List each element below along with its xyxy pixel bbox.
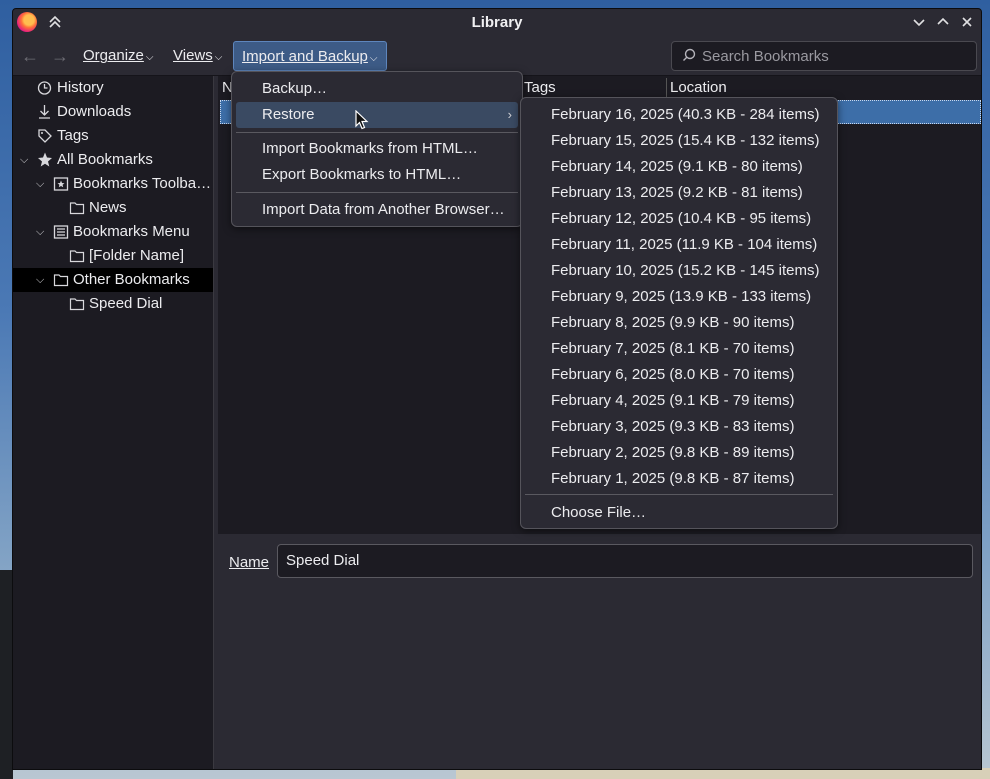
chevron-down-icon: ⌵ <box>369 53 378 64</box>
menu-item-restore-backup[interactable]: February 1, 2025 (9.8 KB - 87 items) <box>525 466 833 492</box>
menu-item-import-html[interactable]: Import Bookmarks from HTML… <box>236 136 518 162</box>
chevron-down-icon[interactable]: ⌵ <box>20 148 28 172</box>
titlebar: Library <box>13 9 981 37</box>
sidebar-item-label: Bookmarks Toolba… <box>73 175 212 192</box>
sidebar-item-label: [Folder Name] <box>89 247 185 264</box>
restore-label: Restore <box>262 106 315 123</box>
sidebar-item-label: News <box>89 199 127 216</box>
menu-separator <box>525 494 833 495</box>
menu-item-backup[interactable]: Backup… <box>236 76 518 102</box>
chevron-down-icon[interactable]: ⌵ <box>36 268 44 292</box>
menu-item-restore-backup[interactable]: February 4, 2025 (9.1 KB - 79 items) <box>525 388 833 414</box>
column-divider[interactable] <box>666 78 667 98</box>
sidebar-item-label: History <box>57 79 104 96</box>
menu-item-import-browser[interactable]: Import Data from Another Browser… <box>236 197 518 223</box>
folder-icon <box>69 292 85 323</box>
menu-item-export-html[interactable]: Export Bookmarks to HTML… <box>236 162 518 188</box>
sidebar-item-label: Tags <box>57 127 89 144</box>
sidebar-item-all-bookmarks[interactable]: ⌵ All Bookmarks <box>13 148 213 172</box>
name-label: Name <box>229 554 270 571</box>
menu-item-restore-backup[interactable]: February 11, 2025 (11.9 KB - 104 items) <box>525 232 833 258</box>
menu-item-choose-file[interactable]: Choose File… <box>525 500 833 526</box>
sidebar-item-downloads[interactable]: Downloads <box>13 100 213 124</box>
search-input[interactable]: Search Bookmarks <box>671 41 977 71</box>
menu-item-restore-backup[interactable]: February 2, 2025 (9.8 KB - 89 items) <box>525 440 833 466</box>
organize-menu-button[interactable]: Organize ⌵ <box>75 41 161 71</box>
menu-separator <box>236 192 518 193</box>
menu-item-restore[interactable]: Restore › <box>236 102 518 128</box>
back-arrow-icon[interactable]: ← <box>21 46 39 67</box>
sidebar-tree: History Downloads Tags ⌵ All Bookmarks ⌵ <box>13 76 214 769</box>
sidebar-item-label: Other Bookmarks <box>73 271 190 288</box>
menu-item-restore-backup[interactable]: February 7, 2025 (8.1 KB - 70 items) <box>525 336 833 362</box>
menu-item-restore-backup[interactable]: February 3, 2025 (9.3 KB - 83 items) <box>525 414 833 440</box>
menu-item-restore-backup[interactable]: February 10, 2025 (15.2 KB - 145 items) <box>525 258 833 284</box>
sidebar-item-label: Bookmarks Menu <box>73 223 190 240</box>
import-backup-menu-button[interactable]: Import and Backup ⌵ <box>233 41 387 71</box>
sidebar-item-bookmarks-menu[interactable]: ⌵ Bookmarks Menu <box>13 220 213 244</box>
name-field[interactable]: Speed Dial <box>277 544 973 578</box>
import-backup-label: Import and Backup <box>242 48 368 65</box>
chevron-down-icon[interactable]: ⌵ <box>36 220 44 244</box>
views-label: Views <box>173 47 213 64</box>
sidebar-item-other-bookmarks[interactable]: ⌵ Other Bookmarks <box>13 268 213 292</box>
sidebar-item-tags[interactable]: Tags <box>13 124 213 148</box>
sidebar-item-label: Downloads <box>57 103 132 120</box>
restore-submenu: February 16, 2025 (40.3 KB - 284 items) F… <box>520 97 838 529</box>
views-menu-button[interactable]: Views ⌵ <box>165 41 230 71</box>
sidebar-item-folder-name[interactable]: [Folder Name] <box>13 244 213 268</box>
maximize-icon[interactable] <box>933 12 953 32</box>
chevron-down-icon: ⌵ <box>145 52 154 63</box>
menu-item-restore-backup[interactable]: February 14, 2025 (9.1 KB - 80 items) <box>525 154 833 180</box>
search-icon <box>682 48 696 65</box>
sidebar-item-news[interactable]: News <box>13 196 213 220</box>
details-name-row: Name Speed Dial <box>214 544 981 584</box>
menu-separator <box>236 132 518 133</box>
sidebar-item-speed-dial[interactable]: Speed Dial <box>13 292 213 316</box>
forward-arrow-icon[interactable]: → <box>51 46 69 67</box>
menu-item-restore-backup[interactable]: February 16, 2025 (40.3 KB - 284 items) <box>525 102 833 128</box>
sidebar-item-history[interactable]: History <box>13 76 213 100</box>
menu-item-restore-backup[interactable]: February 15, 2025 (15.4 KB - 132 items) <box>525 128 833 154</box>
menu-item-restore-backup[interactable]: February 9, 2025 (13.9 KB - 133 items) <box>525 284 833 310</box>
chevron-down-icon[interactable]: ⌵ <box>36 172 44 196</box>
menu-item-restore-backup[interactable]: February 6, 2025 (8.0 KB - 70 items) <box>525 362 833 388</box>
menu-item-restore-backup[interactable]: February 12, 2025 (10.4 KB - 95 items) <box>525 206 833 232</box>
chevron-right-icon: › <box>507 107 512 122</box>
organize-label: Organize <box>83 47 144 64</box>
search-placeholder: Search Bookmarks <box>702 47 829 65</box>
chevron-down-icon: ⌵ <box>214 52 223 63</box>
import-backup-menu: Backup… Restore › Import Bookmarks from … <box>231 71 523 227</box>
minimize-icon[interactable] <box>909 12 929 32</box>
sidebar-item-label: All Bookmarks <box>57 151 153 168</box>
sidebar-item-label: Speed Dial <box>89 295 163 312</box>
menu-item-restore-backup[interactable]: February 8, 2025 (9.9 KB - 90 items) <box>525 310 833 336</box>
sidebar-item-bookmarks-toolbar[interactable]: ⌵ Bookmarks Toolba… <box>13 172 213 196</box>
menu-item-restore-backup[interactable]: February 13, 2025 (9.2 KB - 81 items) <box>525 180 833 206</box>
window-title: Library <box>471 14 523 31</box>
close-icon[interactable] <box>957 12 977 32</box>
mouse-cursor-icon <box>355 110 369 130</box>
